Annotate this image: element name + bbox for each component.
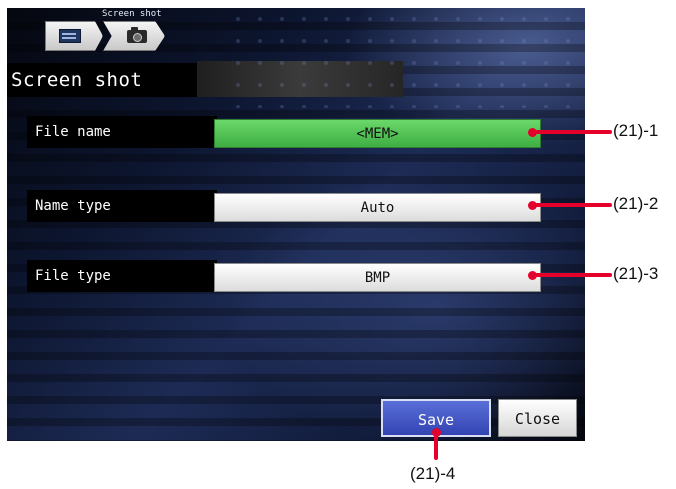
name-type-label: Name type [27, 190, 217, 222]
breadcrumb-screen-shot[interactable] [103, 21, 165, 51]
callout-line-3 [532, 273, 612, 277]
callout-line-2 [532, 203, 612, 207]
page-title: Screen shot [7, 63, 197, 97]
file-type-field[interactable]: BMP [214, 263, 541, 292]
callout-label-4: (21)-4 [410, 464, 456, 483]
callout-label-1: (21)-1 [613, 121, 659, 140]
callout-line-1 [532, 130, 612, 134]
callout-label-3: (21)-3 [613, 264, 659, 283]
callout-label-2: (21)-2 [613, 194, 659, 213]
callout-line-4 [434, 430, 438, 460]
breadcrumb-menu[interactable] [45, 21, 103, 51]
name-type-field[interactable]: Auto [214, 193, 541, 222]
breadcrumb-caption: Screen shot [102, 9, 162, 19]
menu-icon [59, 29, 81, 43]
file-name-label: File name [27, 116, 217, 148]
file-type-label: File type [27, 260, 217, 292]
device-screen: Screen shot Screen shot File name <MEM> … [7, 8, 585, 441]
camera-icon [127, 26, 147, 43]
title-bar-fade [197, 61, 403, 97]
close-button[interactable]: Close [498, 399, 577, 437]
file-name-field[interactable]: <MEM> [214, 119, 541, 148]
